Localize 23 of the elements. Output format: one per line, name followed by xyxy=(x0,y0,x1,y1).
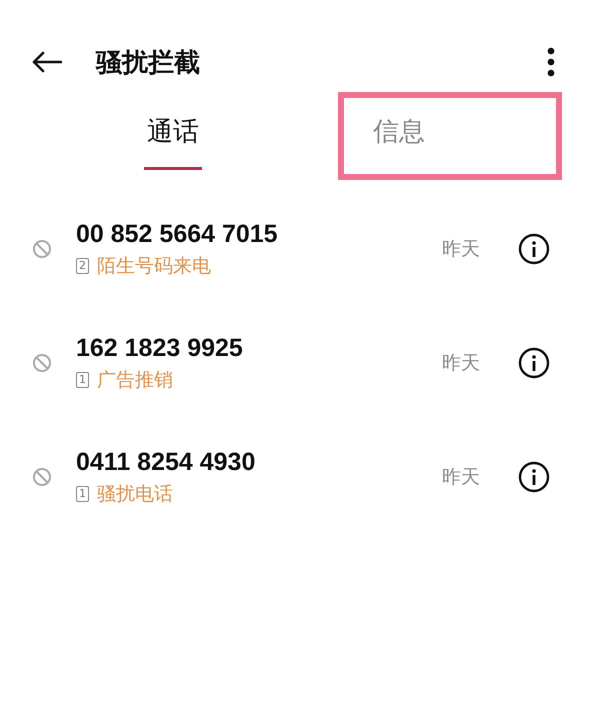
phone-number: 0411 8254 4930 xyxy=(76,448,256,476)
sim-badge: 2 xyxy=(76,258,89,274)
blocked-icon xyxy=(32,467,52,487)
call-tag: 陌生号码来电 xyxy=(97,252,211,278)
tab[interactable]: 信息 xyxy=(370,98,428,170)
call-tag: 广告推销 xyxy=(97,366,173,392)
sim-badge: 1 xyxy=(76,486,89,502)
blocked-icon xyxy=(32,239,52,259)
info-icon[interactable] xyxy=(518,233,550,265)
info-icon[interactable] xyxy=(518,347,550,379)
call-time: 昨天 xyxy=(442,237,480,262)
phone-number: 00 852 5664 7015 xyxy=(76,220,279,248)
call-tag: 骚扰电话 xyxy=(97,480,173,506)
sim-badge: 1 xyxy=(76,372,89,388)
call-time: 昨天 xyxy=(442,465,480,490)
call-time: 昨天 xyxy=(442,351,480,376)
info-icon[interactable] xyxy=(518,461,550,493)
blocked-icon xyxy=(32,353,52,373)
phone-number: 162 1823 9925 xyxy=(76,334,244,362)
back-arrow-icon[interactable] xyxy=(32,51,62,73)
tab[interactable]: 通话 xyxy=(144,98,202,170)
page-title: 骚扰拦截 xyxy=(96,46,201,80)
more-icon[interactable] xyxy=(546,47,556,77)
